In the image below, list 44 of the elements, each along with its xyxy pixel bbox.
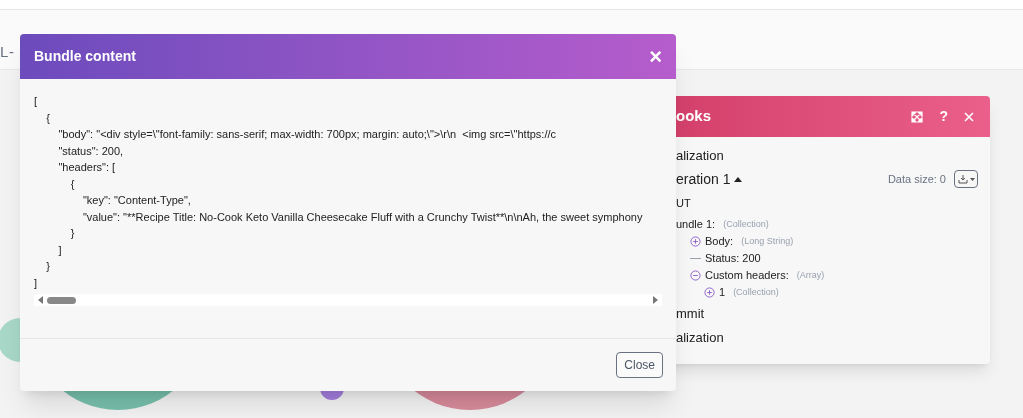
caret-down-icon (969, 177, 975, 181)
download-button[interactable] (954, 170, 978, 188)
dialog-title: Bundle content (34, 47, 137, 66)
expand-icon[interactable] (690, 236, 701, 247)
tree-label: undle 1: (676, 217, 716, 233)
collapse-icon[interactable] (690, 270, 701, 281)
close-button[interactable]: × (649, 45, 662, 68)
section-title[interactable]: alization (676, 325, 978, 349)
scroll-thumb[interactable] (47, 296, 76, 304)
close-icon[interactable] (964, 111, 974, 122)
panel-title: ooks (676, 106, 712, 127)
tree-label: Status: 200 (705, 251, 761, 267)
scroll-right-icon[interactable] (653, 296, 658, 304)
section-heading: UT (676, 196, 692, 211)
horizontal-scrollbar[interactable] (34, 294, 662, 306)
tree-label: 1 (719, 285, 726, 301)
type-hint: (Collection) (723, 217, 769, 231)
download-icon (957, 174, 968, 184)
code-line: "status": 200, (57, 143, 125, 159)
data-size: Data size: 0 (887, 171, 946, 187)
section-title[interactable]: mmit (676, 301, 978, 325)
code-line: { (69, 176, 76, 192)
module-label: L- (0, 41, 15, 62)
code-line: { (45, 110, 51, 126)
code-line: [ (34, 94, 39, 109)
code-line: "key": "Content-Type", (81, 193, 192, 208)
tree-label: Body: (705, 234, 734, 250)
code-line: ] (57, 242, 63, 258)
caret-up-icon[interactable] (734, 176, 743, 182)
code-line: "body": "<div style=\"font-family: sans-serif; max-width: 700px; margin: auto;\">\r\n <img src=\"https://c (57, 127, 557, 142)
code-line: "headers": [ (57, 160, 117, 175)
close-button[interactable]: Close (616, 352, 663, 378)
tree-label: Custom headers: (705, 268, 789, 284)
section-title[interactable]: alization (676, 141, 978, 166)
expand-icon[interactable] (704, 287, 715, 298)
type-hint: (Array) (796, 268, 825, 282)
scroll-left-icon[interactable] (38, 296, 43, 304)
code-line: "value": "**Recipe Title: No-Cook Keto Vanilla Cheesecake Fluff with a Crunchy Twist**\n\nAh, the sweet symphony (81, 209, 644, 225)
operation-title[interactable]: eration 1 (676, 168, 731, 190)
code-line: } (69, 226, 76, 241)
type-hint: (Long String) (741, 234, 794, 248)
code-line: ] (34, 275, 39, 291)
type-hint: (Collection) (733, 285, 779, 299)
code-line: } (45, 259, 51, 274)
